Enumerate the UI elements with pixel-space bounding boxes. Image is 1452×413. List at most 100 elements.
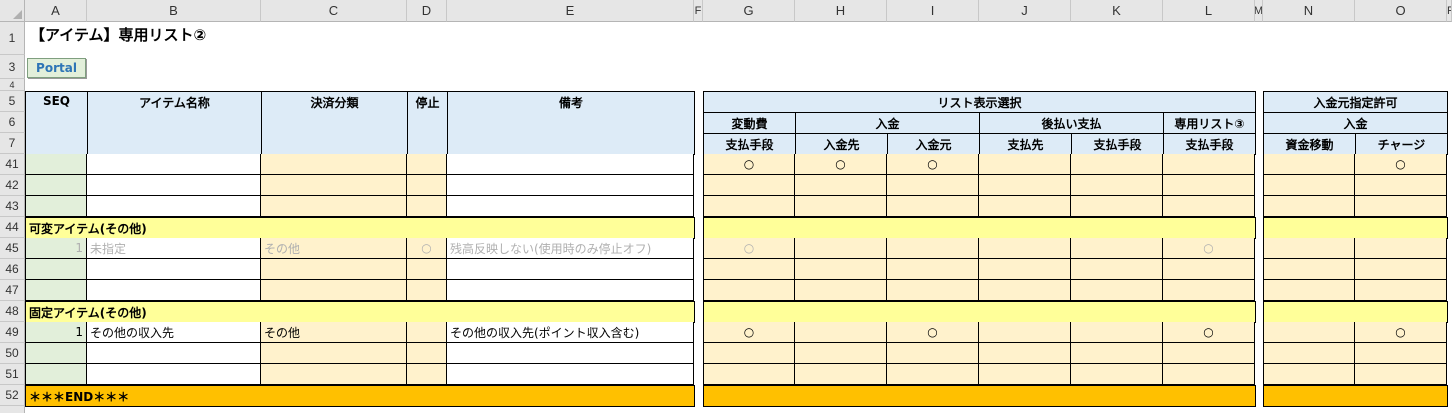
col-header-b[interactable]: B bbox=[87, 0, 261, 22]
cell-b45[interactable]: 未指定 bbox=[87, 238, 261, 259]
cell-h43[interactable] bbox=[795, 196, 887, 217]
cell-l46[interactable] bbox=[1163, 259, 1255, 280]
row-header-43[interactable]: 43 bbox=[0, 196, 25, 217]
row-header-45[interactable]: 45 bbox=[0, 238, 25, 259]
cell-l45[interactable]: ○ bbox=[1163, 238, 1255, 259]
cell-g41[interactable]: ○ bbox=[703, 154, 795, 175]
cell-b47[interactable] bbox=[87, 280, 261, 301]
cell-i47[interactable] bbox=[887, 280, 979, 301]
cell-h50[interactable] bbox=[795, 343, 887, 364]
cell-a42[interactable] bbox=[25, 175, 87, 196]
cell-d45[interactable]: ○ bbox=[407, 238, 447, 259]
cell-o41[interactable]: ○ bbox=[1355, 154, 1447, 175]
cell-j47[interactable] bbox=[979, 280, 1071, 301]
cell-j49[interactable] bbox=[979, 322, 1071, 343]
cell-c47[interactable] bbox=[261, 280, 407, 301]
cell-n42[interactable] bbox=[1263, 175, 1355, 196]
cell-a45[interactable]: 1 bbox=[25, 238, 87, 259]
row-header-41[interactable]: 41 bbox=[0, 154, 25, 175]
col-header-a[interactable]: A bbox=[25, 0, 87, 22]
cell-k50[interactable] bbox=[1071, 343, 1163, 364]
cell-a51[interactable] bbox=[25, 364, 87, 385]
select-all-corner[interactable] bbox=[0, 0, 25, 22]
row-header-5[interactable]: 5 bbox=[0, 91, 25, 112]
cell-j51[interactable] bbox=[979, 364, 1071, 385]
section-band-left-row-52[interactable]: ＊＊＊END＊＊＊ bbox=[25, 385, 695, 407]
cell-l47[interactable] bbox=[1163, 280, 1255, 301]
cell-a50[interactable] bbox=[25, 343, 87, 364]
row-header-52[interactable]: 52 bbox=[0, 385, 25, 406]
cell-o42[interactable] bbox=[1355, 175, 1447, 196]
cell-b50[interactable] bbox=[87, 343, 261, 364]
col-header-h[interactable]: H bbox=[795, 0, 887, 22]
col-header-o[interactable]: O bbox=[1355, 0, 1447, 22]
cell-i46[interactable] bbox=[887, 259, 979, 280]
cell-h51[interactable] bbox=[795, 364, 887, 385]
cell-n47[interactable] bbox=[1263, 280, 1355, 301]
cell-e50[interactable] bbox=[447, 343, 694, 364]
cell-j45[interactable] bbox=[979, 238, 1071, 259]
section-band-mid-row-44[interactable] bbox=[703, 217, 1256, 239]
cell-g43[interactable] bbox=[703, 196, 795, 217]
col-header-c[interactable]: C bbox=[261, 0, 407, 22]
row-header-3[interactable]: 3 bbox=[0, 55, 25, 79]
cell-k43[interactable] bbox=[1071, 196, 1163, 217]
cell-c42[interactable] bbox=[261, 175, 407, 196]
cell-d50[interactable] bbox=[407, 343, 447, 364]
row-header-44[interactable]: 44 bbox=[0, 217, 25, 238]
cell-j42[interactable] bbox=[979, 175, 1071, 196]
section-band-left-row-48[interactable]: 固定アイテム(その他) bbox=[25, 301, 695, 323]
cell-l49[interactable]: ○ bbox=[1163, 322, 1255, 343]
cell-l41[interactable] bbox=[1163, 154, 1255, 175]
cell-l43[interactable] bbox=[1163, 196, 1255, 217]
cell-a47[interactable] bbox=[25, 280, 87, 301]
row-header-4[interactable]: 4 bbox=[0, 79, 25, 91]
cell-l50[interactable] bbox=[1163, 343, 1255, 364]
cell-c50[interactable] bbox=[261, 343, 407, 364]
cell-e46[interactable] bbox=[447, 259, 694, 280]
cell-c51[interactable] bbox=[261, 364, 407, 385]
cell-h45[interactable] bbox=[795, 238, 887, 259]
cell-b43[interactable] bbox=[87, 196, 261, 217]
cell-k45[interactable] bbox=[1071, 238, 1163, 259]
cell-a49[interactable]: 1 bbox=[25, 322, 87, 343]
cell-d49[interactable] bbox=[407, 322, 447, 343]
cell-o49[interactable]: ○ bbox=[1355, 322, 1447, 343]
cell-n46[interactable] bbox=[1263, 259, 1355, 280]
cell-i42[interactable] bbox=[887, 175, 979, 196]
cell-i43[interactable] bbox=[887, 196, 979, 217]
cell-c43[interactable] bbox=[261, 196, 407, 217]
row-header-47[interactable]: 47 bbox=[0, 280, 25, 301]
cell-i50[interactable] bbox=[887, 343, 979, 364]
cell-b51[interactable] bbox=[87, 364, 261, 385]
cell-o43[interactable] bbox=[1355, 196, 1447, 217]
cell-o46[interactable] bbox=[1355, 259, 1447, 280]
cell-d42[interactable] bbox=[407, 175, 447, 196]
cell-a43[interactable] bbox=[25, 196, 87, 217]
cell-e45[interactable]: 残高反映しない(使用時のみ停止オフ) bbox=[447, 238, 694, 259]
cell-d41[interactable] bbox=[407, 154, 447, 175]
cell-k47[interactable] bbox=[1071, 280, 1163, 301]
cell-k42[interactable] bbox=[1071, 175, 1163, 196]
cell-j50[interactable] bbox=[979, 343, 1071, 364]
cell-k49[interactable] bbox=[1071, 322, 1163, 343]
cell-n50[interactable] bbox=[1263, 343, 1355, 364]
cell-n41[interactable] bbox=[1263, 154, 1355, 175]
cell-k41[interactable] bbox=[1071, 154, 1163, 175]
cell-g46[interactable] bbox=[703, 259, 795, 280]
cell-n45[interactable] bbox=[1263, 238, 1355, 259]
cell-b42[interactable] bbox=[87, 175, 261, 196]
cell-e41[interactable] bbox=[447, 154, 694, 175]
col-header-k[interactable]: K bbox=[1071, 0, 1163, 22]
col-header-e[interactable]: E bbox=[447, 0, 694, 22]
cell-j43[interactable] bbox=[979, 196, 1071, 217]
row-header-6[interactable]: 6 bbox=[0, 112, 25, 133]
col-header-f[interactable]: F bbox=[694, 0, 703, 22]
col-header-n[interactable]: N bbox=[1263, 0, 1355, 22]
cell-g45[interactable]: ○ bbox=[703, 238, 795, 259]
cell-k51[interactable] bbox=[1071, 364, 1163, 385]
cell-o51[interactable] bbox=[1355, 364, 1447, 385]
section-band-mid-row-52[interactable] bbox=[703, 385, 1256, 407]
cell-c41[interactable] bbox=[261, 154, 407, 175]
col-header-m[interactable]: M bbox=[1255, 0, 1263, 22]
